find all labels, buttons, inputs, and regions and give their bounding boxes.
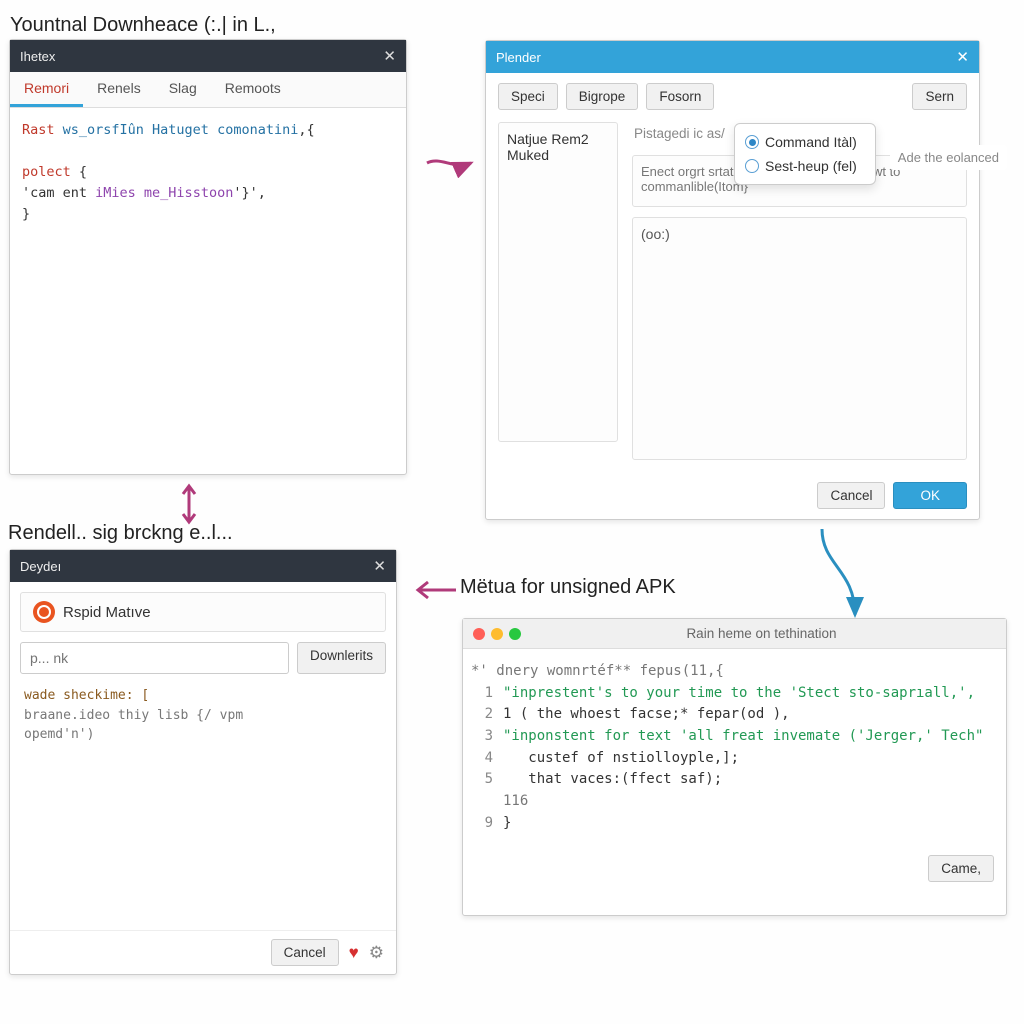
code-line: *' dnery womnrtéf** fepus(11,{ <box>471 663 724 679</box>
page-title-top: Yountnal Downheace (:.| in L., <box>10 14 276 37</box>
apk-heading: Mëtua for unsigned APK <box>460 576 676 599</box>
line-number: 2 <box>471 704 493 726</box>
gear-icon[interactable]: ⚙ <box>369 943 384 963</box>
titlebar[interactable]: Deydeı ✕ <box>10 550 396 582</box>
code-line: braane.ideo thiy lisb {/ vpm <box>24 706 382 726</box>
radio-dot-icon <box>745 159 759 173</box>
list-item[interactable]: Natjue Rem2 <box>507 131 609 147</box>
source-chip[interactable]: Rspid Matıve <box>20 592 386 632</box>
code-line: custef of nstiolloyple,]; <box>503 750 739 766</box>
source-chip-label: Rspid Matıve <box>63 604 151 621</box>
left-list-panel[interactable]: Natjue Rem2 Muked <box>498 122 618 442</box>
window-title: Plender <box>496 50 541 65</box>
code-line: "inponstent for text 'all freat invemate… <box>503 728 983 744</box>
line-number: 3 <box>471 726 493 748</box>
ghost-hint[interactable]: Ade the eolanced <box>890 145 1007 170</box>
tab-renels[interactable]: Renels <box>83 72 155 107</box>
terminal-body[interactable]: *' dnery womnrtéf** fepus(11,{ 1 "inprest… <box>463 649 1006 847</box>
titlebar[interactable]: Ihetex ✕ <box>10 40 406 72</box>
heart-icon[interactable]: ♥ <box>349 943 359 963</box>
code-tok: iMies me_Hisstoon <box>95 185 233 201</box>
code-tok: Rast <box>22 122 63 138</box>
line-number: 1 <box>471 683 493 705</box>
radio-label: Command Itàl) <box>765 134 857 150</box>
came-button[interactable]: Came, <box>928 855 994 882</box>
line-number: 9 <box>471 813 493 835</box>
code-line: } <box>503 815 511 831</box>
tab-remori[interactable]: Remori <box>10 72 83 107</box>
window-title: Ihetex <box>20 49 55 64</box>
arrow-curve-down <box>810 525 870 625</box>
radio-dot-icon <box>745 135 759 149</box>
editor-window-ihetex: Ihetex ✕ Remori Renels Slag Remoots Rast… <box>9 39 407 475</box>
tab-remoots[interactable]: Remoots <box>211 72 295 107</box>
toolbar: Speci Bigrope Fosorn Sern <box>486 73 979 110</box>
code-tok: ,{ <box>298 122 314 138</box>
radio-label: Sest-heup (fel) <box>765 158 857 174</box>
ok-button[interactable]: OK <box>893 482 967 509</box>
code-line: wade sheckime: [ <box>24 686 382 706</box>
mac-titlebar[interactable]: Rain heme on tethination <box>463 619 1006 649</box>
list-item[interactable]: Muked <box>507 147 609 163</box>
terminal-window: Rain heme on tethination *' dnery womnrt… <box>462 618 1007 916</box>
code-tok: polect <box>22 164 71 180</box>
arrow-updown <box>177 482 201 526</box>
cancel-button[interactable]: Cancel <box>271 939 339 966</box>
code-tok: '}', <box>233 185 266 201</box>
toolbar-btn-bigrope[interactable]: Bigrope <box>566 83 639 110</box>
code-tok: { <box>71 164 87 180</box>
traffic-light-min-icon[interactable] <box>491 628 503 640</box>
code-tok: } <box>22 206 30 222</box>
tab-slag[interactable]: Slag <box>155 72 211 107</box>
line-number <box>471 791 493 813</box>
code-line: that vaces:(ffect saf); <box>503 771 722 787</box>
arrow-right-1 <box>425 148 475 178</box>
arrow-left <box>414 575 458 605</box>
page-title-mid: Rendell.. sig brckng e..l... <box>8 522 233 545</box>
toolbar-btn-speci[interactable]: Speci <box>498 83 558 110</box>
code-line: "inprestent's to your time to the 'Stect… <box>503 685 975 701</box>
traffic-light-close-icon[interactable] <box>473 628 485 640</box>
output-box[interactable]: (oo:) <box>632 217 967 460</box>
download-button[interactable]: Downlerits <box>297 642 386 674</box>
cancel-button[interactable]: Cancel <box>817 482 885 509</box>
window-title: Deydeı <box>20 559 61 574</box>
titlebar[interactable]: Plender ✕ <box>486 41 979 73</box>
radio-popover: Command Itàl) Sest-heup (fel) <box>734 123 876 185</box>
code-editor[interactable]: Rast ws_orsfIûn Hatuget comonatini,{ pol… <box>10 108 406 474</box>
line-number: 5 <box>471 769 493 791</box>
code-line: 1 ( the whoest facse;* fepar(od ), <box>503 706 790 722</box>
window-title: Rain heme on tethination <box>527 626 996 641</box>
dialog-plender: Plender ✕ Speci Bigrope Fosorn Sern Ade … <box>485 40 980 520</box>
code-line: 116 <box>503 793 528 809</box>
code-tok: 'cam ent <box>22 185 95 201</box>
tab-bar: Remori Renels Slag Remoots <box>10 72 406 108</box>
search-input[interactable] <box>20 642 289 674</box>
line-number: 4 <box>471 748 493 770</box>
code-tok: ws_orsfIûn Hatuget comonatini <box>63 122 299 138</box>
close-icon[interactable]: ✕ <box>383 47 396 65</box>
close-icon[interactable]: ✕ <box>373 557 386 575</box>
close-icon[interactable]: ✕ <box>956 48 969 66</box>
dialog-deydel: Deydeı ✕ Rspid Matıve Downlerits wade sh… <box>9 549 397 975</box>
code-line: opemd'n') <box>24 725 382 745</box>
radio-command[interactable]: Command Itàl) <box>745 134 857 150</box>
toolbar-btn-fosorn[interactable]: Fosorn <box>646 83 714 110</box>
radio-sest-heup[interactable]: Sest-heup (fel) <box>745 158 857 174</box>
ubuntu-icon <box>33 601 55 623</box>
snippet-area: wade sheckime: [ braane.ideo thiy lisb {… <box>10 674 396 757</box>
traffic-light-max-icon[interactable] <box>509 628 521 640</box>
toolbar-btn-sern[interactable]: Sern <box>912 83 967 110</box>
